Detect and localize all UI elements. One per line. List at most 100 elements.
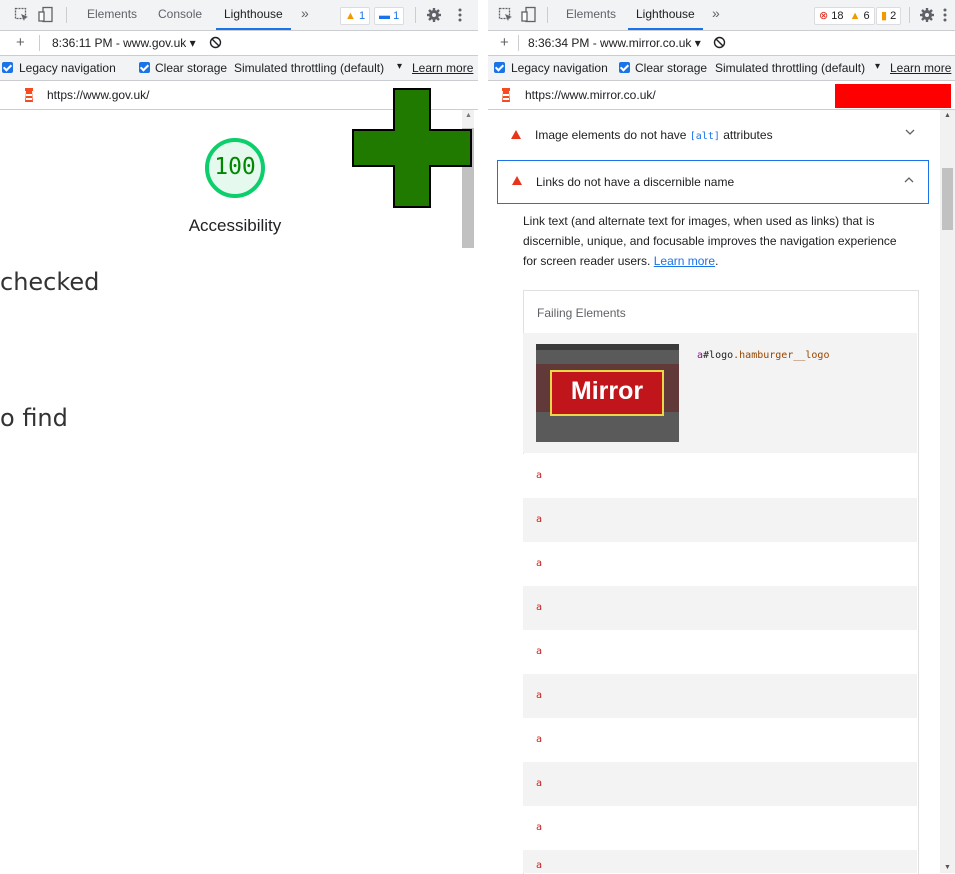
- device-toolbar-icon[interactable]: [38, 6, 54, 24]
- score-value: 100: [214, 154, 256, 180]
- audit-image-alt-title: Image elements do not have [alt] attribu…: [535, 128, 773, 142]
- tab-console[interactable]: Console: [158, 7, 202, 21]
- accessibility-score-gauge[interactable]: 100: [200, 137, 270, 199]
- chevron-down-icon: [905, 127, 915, 137]
- audit-title-code: [alt]: [689, 131, 720, 142]
- failing-element-row-logo[interactable]: Mirror a#logo.hamburger__logo: [523, 333, 917, 453]
- inspect-element-icon[interactable]: [498, 7, 514, 23]
- warnings-count: 6: [863, 10, 870, 22]
- clear-storage-label: Clear storage: [155, 61, 228, 75]
- inspect-element-icon[interactable]: [14, 7, 30, 23]
- failing-element-row[interactable]: a: [523, 454, 917, 498]
- clear-reports-icon[interactable]: [209, 36, 222, 49]
- tab-lighthouse[interactable]: Lighthouse: [628, 7, 703, 30]
- tab-lighthouse[interactable]: Lighthouse: [216, 7, 291, 30]
- settings-gear-icon[interactable]: [426, 7, 442, 23]
- audit-title-suffix: attributes: [719, 128, 773, 142]
- lighthouse-icon: [500, 87, 512, 103]
- clear-reports-icon[interactable]: [713, 36, 726, 49]
- scroll-up-icon[interactable]: ▲: [944, 112, 951, 119]
- message-icon: ▬: [379, 10, 390, 22]
- failing-element-selector: a: [536, 860, 543, 871]
- new-report-button[interactable]: +: [500, 34, 509, 51]
- more-tabs-button[interactable]: »: [712, 5, 720, 21]
- right-scrollbar-thumb[interactable]: [942, 168, 953, 230]
- legacy-navigation-checkbox[interactable]: [2, 62, 13, 73]
- scroll-down-icon[interactable]: ▼: [944, 864, 951, 871]
- failing-element-selector: a: [536, 646, 543, 657]
- settings-gear-icon[interactable]: [919, 7, 935, 23]
- failing-element-row[interactable]: a: [523, 498, 917, 542]
- right-scrollbar[interactable]: ▲ ▼: [940, 110, 955, 873]
- audit-description-period: .: [715, 254, 719, 268]
- redaction-box: [835, 84, 951, 108]
- clear-storage-checkbox[interactable]: [139, 62, 150, 73]
- mirror-logo: Mirror: [550, 370, 664, 416]
- report-select[interactable]: 8:36:34 PM - www.mirror.co.uk ▾: [528, 36, 701, 50]
- failing-element-row[interactable]: a: [523, 586, 917, 630]
- failing-element-selector: a: [536, 778, 543, 789]
- failing-element-row[interactable]: a: [523, 806, 917, 850]
- fail-triangle-icon: [511, 130, 521, 139]
- failing-element-row[interactable]: a: [523, 630, 917, 674]
- selector-id: #logo: [703, 350, 734, 361]
- kebab-menu-icon[interactable]: [458, 8, 462, 22]
- audited-url: https://www.gov.uk/: [47, 88, 150, 102]
- lighthouse-icon: [23, 87, 35, 103]
- page-issues-badge[interactable]: ▮ 2: [876, 7, 902, 25]
- failing-element-row[interactable]: a: [523, 542, 917, 586]
- failing-element-row[interactable]: a: [523, 718, 917, 762]
- tab-elements[interactable]: Elements: [566, 7, 616, 21]
- clear-storage-label: Clear storage: [635, 61, 708, 75]
- report-toolbar: + 8:36:34 PM - www.mirror.co.uk ▾: [488, 31, 955, 56]
- audit-description: Link text (and alternate text for images…: [523, 211, 913, 271]
- warning-icon: ▲: [345, 10, 356, 22]
- tab-divider: [66, 7, 67, 23]
- category-title: Accessibility: [188, 216, 282, 235]
- badge-divider: [415, 7, 416, 23]
- tab-elements[interactable]: Elements: [87, 7, 137, 21]
- failing-element-selector: a: [536, 822, 543, 833]
- failing-element-selector: a: [536, 602, 543, 613]
- audit-link-name[interactable]: Links do not have a discernible name: [497, 160, 929, 204]
- messages-badge[interactable]: ▬ 1: [374, 7, 405, 25]
- audit-learn-more-link[interactable]: Learn more: [654, 254, 715, 268]
- report-divider: [518, 35, 519, 51]
- background-text-find: o find: [0, 404, 68, 432]
- legacy-navigation-checkbox[interactable]: [494, 62, 505, 73]
- tab-divider: [547, 7, 548, 23]
- warnings-badge[interactable]: ▲ 1: [340, 7, 371, 25]
- device-toolbar-icon[interactable]: [521, 6, 537, 24]
- audit-title-prefix: Image elements do not have: [535, 128, 690, 142]
- failing-element-row[interactable]: a: [523, 762, 917, 806]
- options-bar: Legacy navigation Clear storage Simulate…: [488, 56, 955, 81]
- learn-more-arrow-icon: ▾: [397, 61, 403, 72]
- learn-more-link[interactable]: Learn more: [890, 61, 951, 75]
- report-toolbar: + 8:36:11 PM - www.gov.uk ▾: [0, 31, 478, 56]
- failing-element-row[interactable]: a: [523, 850, 917, 873]
- chevron-up-icon: [904, 175, 914, 185]
- messages-count: 1: [393, 10, 400, 22]
- report-select[interactable]: 8:36:11 PM - www.gov.uk ▾: [52, 36, 196, 50]
- issues-badges[interactable]: ⊗ 18 ▲ 6: [814, 7, 875, 25]
- fail-triangle-icon: [512, 176, 522, 185]
- legacy-navigation-label: Legacy navigation: [19, 61, 116, 75]
- audit-image-alt[interactable]: Image elements do not have [alt] attribu…: [497, 115, 929, 155]
- legacy-navigation-label: Legacy navigation: [511, 61, 608, 75]
- failing-element-row[interactable]: a: [523, 674, 917, 718]
- url-bar: https://www.mirror.co.uk/: [488, 81, 955, 110]
- new-report-button[interactable]: +: [16, 34, 25, 51]
- kebab-menu-icon[interactable]: [943, 8, 947, 22]
- issue-flag-icon: ▮: [881, 10, 888, 22]
- failing-element-selector: a: [536, 690, 543, 701]
- failing-element-selector: a: [536, 558, 543, 569]
- green-plus-icon: [352, 88, 472, 208]
- failing-element-selector: a: [536, 514, 543, 525]
- errors-count: 18: [831, 10, 844, 22]
- more-tabs-button[interactable]: »: [301, 5, 309, 21]
- report-divider: [39, 35, 40, 51]
- selector-class: .hamburger__logo: [733, 350, 830, 361]
- clear-storage-checkbox[interactable]: [619, 62, 630, 73]
- learn-more-link[interactable]: Learn more: [412, 61, 473, 75]
- audited-url: https://www.mirror.co.uk/: [525, 88, 656, 102]
